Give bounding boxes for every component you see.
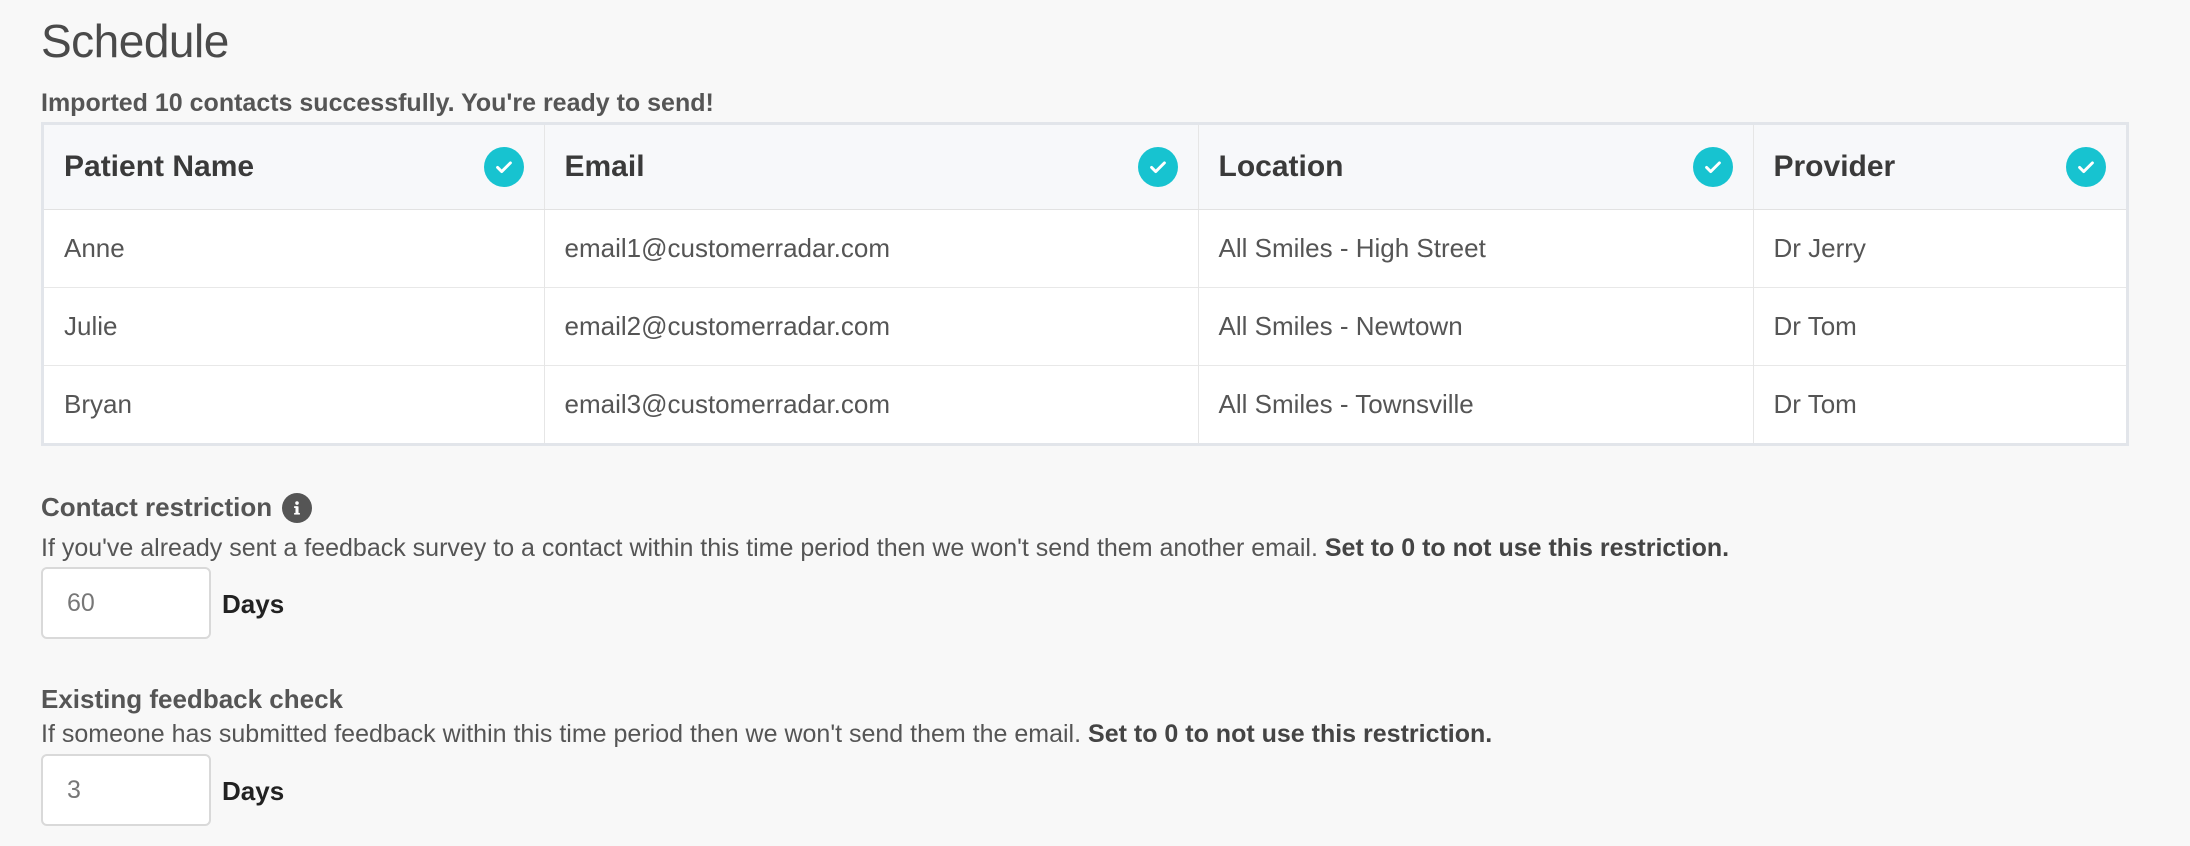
cell-provider: Dr Tom xyxy=(1753,364,2126,443)
cell-location: All Smiles - Newtown xyxy=(1198,286,1754,365)
check-icon xyxy=(1137,146,1178,187)
column-label: Patient Name xyxy=(64,149,255,183)
check-icon xyxy=(1692,146,1733,187)
column-label: Email xyxy=(564,149,645,183)
table-row: Julie email2@customerradar.com All Smile… xyxy=(44,286,2126,365)
contact-restriction-unit: Days xyxy=(222,589,285,619)
check-icon xyxy=(2066,146,2106,187)
column-label: Provider xyxy=(1773,149,1896,183)
cell-email: email2@customerradar.com xyxy=(544,286,1199,365)
feedback-check-title: Existing feedback check xyxy=(41,684,344,714)
table-header-row: Patient Name Email Location Provider xyxy=(44,125,2126,210)
cell-patient-name: Anne xyxy=(44,209,545,287)
cell-patient-name: Bryan xyxy=(44,364,545,443)
cell-location: All Smiles - Townsville xyxy=(1198,364,1754,443)
cell-provider: Dr Tom xyxy=(1753,286,2126,365)
cell-email: email1@customerradar.com xyxy=(544,209,1199,287)
cell-email: email3@customerradar.com xyxy=(544,364,1199,443)
feedback-check-unit: Days xyxy=(222,776,285,806)
contacts-table: Patient Name Email Location Provider Ann… xyxy=(41,122,2129,446)
column-header-provider[interactable]: Provider xyxy=(1753,125,2126,210)
check-icon xyxy=(483,146,524,187)
table-row: Anne email1@customerradar.com All Smiles… xyxy=(44,209,2126,287)
contact-restriction-label: Contact restriction xyxy=(41,492,313,523)
column-label: Location xyxy=(1218,149,1344,183)
contact-restriction-help-bold: Set to 0 to not use this restriction. xyxy=(1324,534,1730,562)
contact-restriction-days-input[interactable] xyxy=(41,567,211,639)
contact-restriction-help-text: If you've already sent a feedback survey… xyxy=(41,534,1318,562)
info-icon[interactable] xyxy=(282,492,313,523)
column-header-patient-name[interactable]: Patient Name xyxy=(44,125,545,210)
column-header-location[interactable]: Location xyxy=(1198,125,1754,210)
import-status-message: Imported 10 contacts successfully. You'r… xyxy=(41,89,714,117)
cell-patient-name: Julie xyxy=(44,286,545,365)
contact-restriction-help: If you've already sent a feedback survey… xyxy=(41,534,1729,563)
feedback-check-help-bold: Set to 0 to not use this restriction. xyxy=(1088,720,1493,748)
contact-restriction-title: Contact restriction xyxy=(41,492,273,522)
feedback-check-label: Existing feedback check xyxy=(41,684,343,715)
feedback-check-days-input[interactable] xyxy=(41,754,211,826)
column-header-email[interactable]: Email xyxy=(544,125,1199,210)
feedback-check-help: If someone has submitted feedback within… xyxy=(41,720,1492,749)
feedback-check-help-text: If someone has submitted feedback within… xyxy=(41,720,1082,748)
page-title: Schedule xyxy=(41,15,229,67)
cell-location: All Smiles - High Street xyxy=(1198,209,1754,287)
schedule-page: Schedule Imported 10 contacts successful… xyxy=(0,0,2190,846)
table-row: Bryan email3@customerradar.com All Smile… xyxy=(44,364,2126,443)
cell-provider: Dr Jerry xyxy=(1773,232,1866,263)
